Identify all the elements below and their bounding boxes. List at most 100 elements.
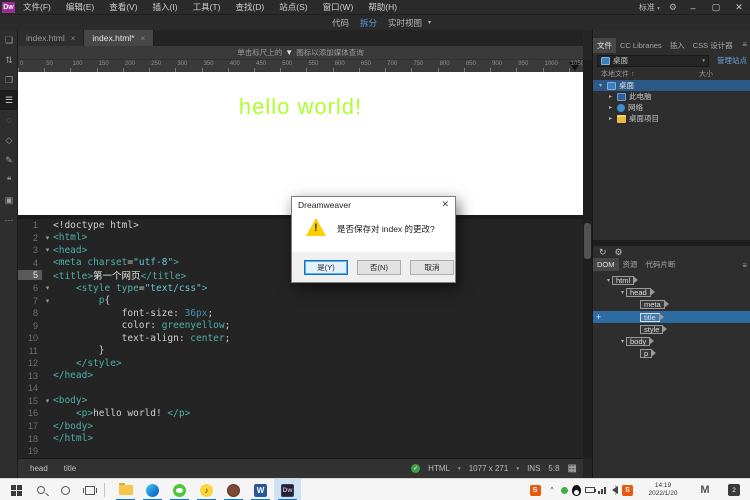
taskbar-music-button[interactable]: ♪ (193, 479, 220, 500)
panel-tab[interactable]: CC Libraries (616, 39, 666, 52)
line-number[interactable]: 13 (18, 371, 42, 381)
taskbar-word-button[interactable]: W (247, 479, 274, 500)
menu-item[interactable]: 查看(V) (109, 1, 137, 13)
linting-icon[interactable]: ◌ (0, 110, 18, 130)
menu-item[interactable]: 帮助(H) (368, 1, 397, 13)
dom-tag-chip[interactable]: style (640, 325, 663, 334)
notification-center-button[interactable]: 2 (726, 479, 742, 500)
tree-caret-icon[interactable]: ▾ (605, 277, 612, 284)
gear-icon[interactable]: ⚙ (615, 247, 623, 258)
panel-tab[interactable]: CSS 设计器 (689, 38, 737, 53)
media-query-bar[interactable]: 单击标尺上的 ▼ 图标以添加媒体查询 (18, 46, 583, 60)
code-line[interactable]: 18</html> (18, 432, 583, 445)
live-code-icon[interactable]: ❐ (0, 70, 18, 90)
files-tree-row[interactable]: ▸桌面项目 (593, 113, 750, 124)
panel-tab[interactable]: 代码片断 (642, 257, 680, 272)
cortana-button[interactable] (56, 479, 74, 500)
menu-item[interactable]: 插入(I) (153, 1, 178, 13)
size-column-header[interactable]: 大小 (699, 69, 713, 79)
tree-caret-icon[interactable]: ▾ (619, 289, 626, 296)
panel-tab[interactable]: DOM (593, 258, 619, 271)
line-number[interactable]: 4 (18, 258, 42, 268)
dom-tree-row[interactable]: meta (593, 299, 750, 311)
tree-caret-icon[interactable]: ▸ (607, 104, 614, 111)
code-fold-icon[interactable]: ▾ (42, 234, 53, 242)
task-view-button[interactable] (80, 479, 100, 500)
code-line[interactable]: 15▾<body> (18, 395, 583, 408)
close-icon[interactable]: × (71, 34, 76, 43)
line-number[interactable]: 5 (18, 270, 42, 280)
view-mode-button[interactable]: 代码 (332, 17, 349, 29)
close-icon[interactable]: × (140, 34, 145, 43)
site-select[interactable]: 桌面 ▾ (597, 55, 709, 67)
line-number[interactable]: 8 (18, 308, 42, 318)
code-line[interactable]: 13</head> (18, 370, 583, 383)
tree-caret-icon[interactable]: ▾ (619, 338, 626, 345)
dom-tag-chip[interactable]: head (626, 288, 651, 297)
tag-selector-head[interactable]: head (26, 462, 52, 475)
dom-tag-chip[interactable]: html (612, 276, 634, 285)
code-line[interactable]: 7▾ p{ (18, 294, 583, 307)
code-fold-icon[interactable]: ▾ (42, 284, 53, 292)
network-icon[interactable] (597, 479, 608, 500)
scrollbar-thumb[interactable] (584, 223, 591, 259)
code-line[interactable]: 17</body> (18, 420, 583, 433)
tray-qq-icon[interactable] (571, 479, 582, 500)
dom-tag-chip[interactable]: title (640, 313, 660, 322)
chevron-down-icon[interactable]: ▾ (428, 19, 431, 26)
code-line[interactable]: 8 font-size: 36px; (18, 307, 583, 320)
code-line[interactable]: 9 color: greenyellow; (18, 319, 583, 332)
files-tree-row[interactable]: ▸网络 (593, 102, 750, 113)
taskbar-clock[interactable]: 14:19 2022/1/20 (638, 479, 688, 500)
panel-tab[interactable]: 插入 (666, 38, 689, 53)
tray-app-icon[interactable]: S (528, 479, 542, 500)
line-number[interactable]: 9 (18, 321, 42, 331)
tray-expand-icon[interactable]: ^ (546, 479, 558, 500)
tag-selector-title[interactable]: title (60, 462, 80, 475)
local-files-column-header[interactable]: 本地文件 ↑ (601, 69, 634, 79)
code-line[interactable]: 16 <p>hello world! </p> (18, 407, 583, 420)
close-button[interactable]: ✕ (732, 2, 746, 13)
editor-scrollbar[interactable] (583, 60, 592, 458)
battery-icon[interactable] (583, 479, 596, 500)
view-mode-button[interactable]: 实时视图 (388, 17, 422, 29)
code-line[interactable]: 12 </style> (18, 357, 583, 370)
panel-tab[interactable]: 资源 (619, 257, 642, 272)
tree-caret-icon[interactable]: ▸ (607, 115, 614, 122)
panel-menu-icon[interactable]: ≡ (742, 40, 747, 49)
dom-tree-row[interactable]: ▾html (593, 274, 750, 286)
dialog-button[interactable]: 是(Y) (304, 260, 348, 275)
edit-icon[interactable]: ✎ (0, 150, 18, 170)
close-icon[interactable]: ✕ (441, 199, 449, 210)
tray-app2-icon[interactable]: S (621, 479, 634, 500)
line-number[interactable]: 2 (18, 233, 42, 243)
line-number[interactable]: 1 (18, 220, 42, 230)
line-number[interactable]: 11 (18, 346, 42, 356)
panel-menu-icon[interactable]: ≡ (742, 261, 747, 270)
files-tree-row[interactable]: ▸此电脑 (593, 91, 750, 102)
document-tab[interactable]: index.html*× (84, 30, 154, 46)
format-source-icon[interactable]: ☰ (0, 90, 18, 110)
taskbar-app-button[interactable] (220, 479, 247, 500)
code-line[interactable]: 19 (18, 445, 583, 458)
comment-icon[interactable]: ❝ (0, 170, 18, 190)
snippet-icon[interactable]: ▣ (0, 190, 18, 210)
open-documents-icon[interactable]: ❏ (0, 30, 18, 50)
menu-item[interactable]: 工具(T) (193, 1, 221, 13)
code-line[interactable]: 14 (18, 382, 583, 395)
line-number[interactable]: 16 (18, 408, 42, 418)
view-mode-active[interactable]: 拆分 (360, 17, 377, 29)
menu-item[interactable]: 查找(D) (235, 1, 264, 13)
rendered-paragraph[interactable]: hello world! (18, 94, 583, 120)
file-management-icon[interactable]: ⇅ (0, 50, 18, 70)
line-number[interactable]: 6 (18, 283, 42, 293)
taskbar-wechat-button[interactable] (166, 479, 193, 500)
code-line[interactable]: 6▾ <style type="text/css"> (18, 282, 583, 295)
add-element-icon[interactable]: + (596, 312, 601, 322)
code-line[interactable]: 11 } (18, 344, 583, 357)
dom-tree-row[interactable]: style (593, 323, 750, 335)
window-size-indicator[interactable]: 1077 x 271 (469, 464, 509, 473)
line-number[interactable]: 15 (18, 396, 42, 406)
line-number[interactable]: 17 (18, 421, 42, 431)
dom-tree-row[interactable]: ▾body (593, 335, 750, 347)
